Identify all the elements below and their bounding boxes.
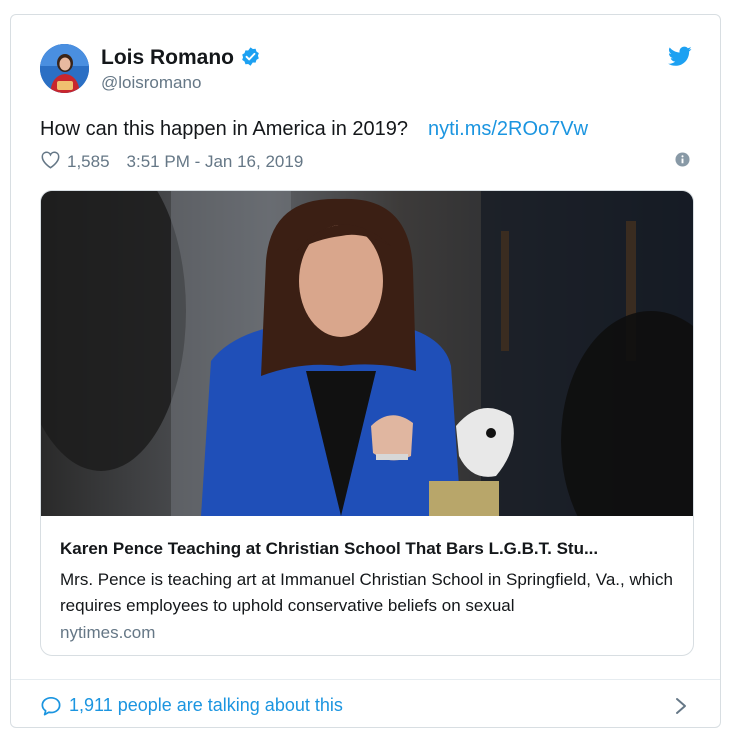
card-domain: nytimes.com: [60, 623, 156, 642]
card-description: Mrs. Pence is teaching art at Immanuel C…: [60, 570, 673, 615]
tweet-text: How can this happen in America in 2019? n…: [40, 118, 588, 141]
like-count[interactable]: 1,585: [67, 152, 110, 172]
card-title[interactable]: Karen Pence Teaching at Christian School…: [60, 539, 598, 559]
card-image[interactable]: [41, 191, 693, 571]
author-handle[interactable]: @loisromano: [101, 73, 201, 93]
avatar[interactable]: [40, 44, 89, 93]
talking-text[interactable]: 1,911 people are talking about this: [69, 695, 343, 716]
tweet-link[interactable]: nyti.ms/2ROo7Vw: [428, 118, 588, 140]
heart-icon[interactable]: [40, 150, 61, 174]
link-card[interactable]: Karen Pence Teaching at Christian School…: [40, 190, 694, 656]
comment-icon: [41, 696, 61, 715]
tweet-timestamp[interactable]: 3:51 PM - Jan 16, 2019: [127, 152, 304, 172]
verified-badge-icon: [240, 46, 261, 73]
tweet-embed: Lois Romano @loisromano How can this hap…: [10, 14, 721, 728]
author-name[interactable]: Lois Romano: [101, 46, 261, 73]
chevron-right-icon[interactable]: [674, 696, 688, 721]
divider: [11, 679, 720, 680]
twitter-bird-icon[interactable]: [668, 46, 692, 72]
info-icon[interactable]: [675, 152, 690, 172]
talking-link[interactable]: 1,911 people are talking about this: [40, 695, 343, 716]
tweet-meta: 1,585 3:51 PM - Jan 16, 2019: [40, 150, 303, 174]
tweet-body: How can this happen in America in 2019?: [40, 118, 409, 140]
